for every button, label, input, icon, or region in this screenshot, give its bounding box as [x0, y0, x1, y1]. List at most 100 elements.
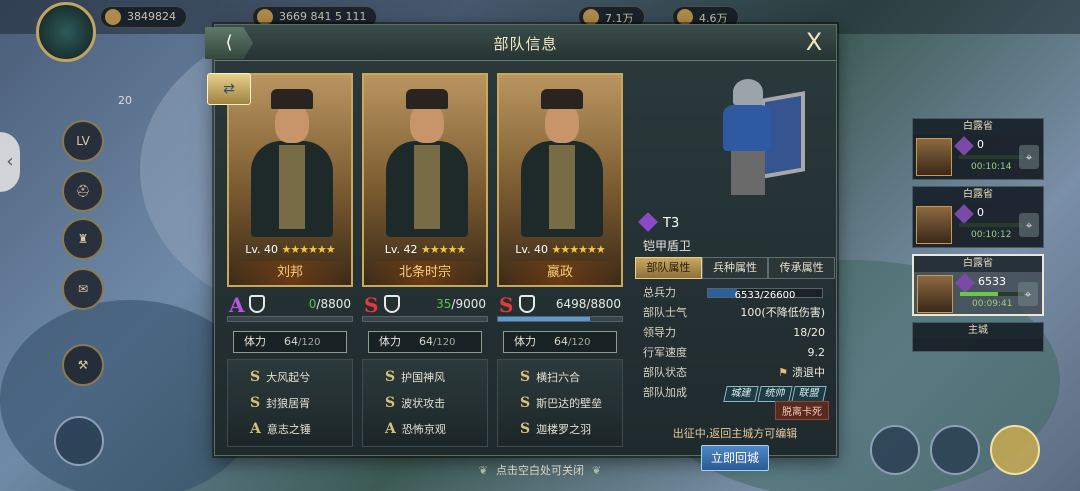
- march-progress-bar: [960, 292, 1024, 296]
- skill-list: S 横扫六合 S 斯巴达的壁垒 S 迦楼罗之羽: [497, 359, 623, 447]
- hero-grade: S: [364, 293, 379, 317]
- hero-level: Lv. 40 ★★★★★★: [515, 243, 606, 256]
- hero-grade: S: [499, 293, 514, 317]
- march-queue-item[interactable]: 白露省 6533 00:09:41 ⌖: [912, 254, 1044, 316]
- hammer-icon[interactable]: ⚒: [62, 344, 104, 386]
- tab-unit-type-attributes[interactable]: 兵种属性: [701, 257, 769, 279]
- hero-portrait-card[interactable]: Lv. 42 ★★★★★ 北条时宗: [362, 73, 488, 287]
- level-button[interactable]: LV: [62, 120, 104, 162]
- march-note: 出征中,返回主城方可编辑: [672, 427, 798, 440]
- tab-troop-attributes[interactable]: 部队属性: [635, 257, 702, 279]
- ornament-icon: ❦: [592, 464, 602, 477]
- stat-march-speed: 行军速度 9.2: [643, 346, 825, 359]
- shield-icon: [519, 295, 535, 313]
- skill-item[interactable]: S 斯巴达的壁垒: [498, 390, 622, 416]
- skill-item[interactable]: A 意志之锤: [228, 416, 352, 442]
- march-troop-count: 6533: [978, 275, 1006, 288]
- troop-bar: [362, 316, 488, 322]
- skill-item[interactable]: A 恐怖京观: [363, 416, 487, 442]
- march-timer: 00:09:41: [972, 299, 1013, 309]
- march-location: 主城: [913, 323, 1043, 339]
- march-queue-item[interactable]: 白露省 0 00:10:14 ⌖: [912, 118, 1044, 180]
- hero-portrait-card[interactable]: Lv. 40 ★★★★★★ 嬴政: [497, 73, 623, 287]
- troop-bar: [497, 316, 623, 322]
- dialog-header: ⟨ 部队信息 X: [205, 25, 836, 61]
- skill-item[interactable]: S 大风起兮: [228, 364, 352, 390]
- march-queue-item[interactable]: 白露省 0 00:10:12 ⌖: [912, 186, 1044, 248]
- march-queue-item[interactable]: 主城: [912, 322, 1044, 352]
- hero-slot[interactable]: Lv. 40 ★★★★★★ 刘邦 A 0/8800 体力 64/120 S 大风起兮…: [227, 73, 353, 447]
- player-avatar[interactable]: [36, 2, 96, 62]
- march-location: 白露省: [914, 256, 1042, 272]
- locate-icon[interactable]: ⌖: [1019, 213, 1039, 237]
- stamina-box: 体力 64/120: [368, 331, 482, 353]
- troop-gem-icon: [954, 204, 974, 224]
- hero-level: Lv. 42 ★★★★★: [384, 243, 467, 256]
- stamina-box: 体力 64/120: [503, 331, 617, 353]
- shield-icon: [249, 295, 265, 313]
- troops-bar: 6533/26600: [707, 288, 823, 301]
- troop-gem-icon: [954, 136, 974, 156]
- march-progress-bar: [959, 223, 1023, 227]
- skill-list: S 大风起兮 S 封狼居胥 A 意志之锤: [227, 359, 353, 447]
- march-location: 白露省: [913, 187, 1043, 203]
- hero-grade: A: [229, 293, 245, 317]
- retreat-icon: ⚑: [778, 366, 788, 379]
- stat-status: 部队状态 ⚑ 溃退中: [643, 366, 825, 379]
- tier-gem-icon: [638, 212, 658, 232]
- unstuck-badge[interactable]: 脱离卡死: [775, 401, 829, 420]
- swap-heroes-icon[interactable]: ⇄: [207, 73, 251, 105]
- skill-item[interactable]: S 迦楼罗之羽: [498, 416, 622, 442]
- stat-leadership: 领导力 18/20: [643, 326, 825, 339]
- hero-portrait: [382, 85, 472, 237]
- resource-icon: [257, 9, 273, 25]
- march-timer: 00:10:12: [971, 230, 1012, 240]
- skill-list: S 护国神风 S 波状攻击 A 恐怖京观: [362, 359, 488, 447]
- locate-icon[interactable]: ⌖: [1019, 145, 1039, 169]
- skill-item[interactable]: S 封狼居胥: [228, 390, 352, 416]
- wood-icon: [677, 9, 693, 25]
- bonus-tag[interactable]: 城建: [723, 386, 759, 402]
- troop-row: S 6498/8800: [497, 293, 623, 317]
- scroll-icon[interactable]: ✉: [62, 268, 104, 310]
- march-troop-count: 0: [977, 206, 984, 219]
- skill-item[interactable]: S 横扫六合: [498, 364, 622, 390]
- star-rating: ★★★★★★: [551, 243, 606, 256]
- stamina-box: 体力 64/120: [233, 331, 347, 353]
- stat-total-troops: 总兵力 6533/26600: [643, 283, 831, 303]
- helmet-icon[interactable]: ⛑: [62, 170, 104, 212]
- troop-count: 35/9000: [436, 297, 486, 311]
- march-hero-portrait: [917, 275, 953, 313]
- castle-icon[interactable]: ♜: [62, 218, 104, 260]
- ornament-icon: ❦: [478, 464, 488, 477]
- skill-item[interactable]: S 波状攻击: [363, 390, 487, 416]
- locate-icon[interactable]: ⌖: [1018, 282, 1038, 306]
- food-icon: [583, 9, 599, 25]
- hero-slot[interactable]: Lv. 40 ★★★★★★ 嬴政 S 6498/8800 体力 64/120 S横…: [497, 73, 623, 447]
- skill-item[interactable]: S 护国神风: [363, 364, 487, 390]
- hero-name: 北条时宗: [364, 261, 486, 285]
- hero-slot[interactable]: Lv. 42 ★★★★★ 北条时宗 S 35/9000 体力 64/120 S 护国…: [362, 73, 488, 447]
- power-chip[interactable]: 3849824: [100, 6, 187, 28]
- troop-info-dialog: ⟨ 部队信息 X ⇄ Lv. 40 ★★★★★★ 刘邦 A 0/8800 体力 6…: [205, 24, 837, 471]
- close-icon[interactable]: X: [800, 28, 828, 56]
- bonus-tag[interactable]: 统帅: [757, 386, 793, 402]
- march-location: 白露省: [913, 119, 1043, 135]
- unit-panel: T3 铠甲盾卫 部队属性 兵种属性 传承属性 总兵力 6533/26600 部队…: [635, 69, 836, 471]
- expand-left-arrow-icon[interactable]: ‹: [0, 132, 20, 192]
- commander-button[interactable]: [54, 416, 104, 466]
- hero-name: 刘邦: [229, 261, 351, 285]
- unit-portrait: [705, 79, 815, 199]
- stat-morale: 部队士气 100(不降低伤害): [643, 306, 825, 319]
- unit-tabs: 部队属性 兵种属性 传承属性: [635, 257, 836, 279]
- troop-bar: [227, 316, 353, 322]
- hero-portrait-card[interactable]: Lv. 40 ★★★★★★ 刘邦: [227, 73, 353, 287]
- star-rating: ★★★★★: [420, 243, 466, 256]
- bonus-tag[interactable]: 联盟: [791, 386, 827, 402]
- hero-portrait: [247, 85, 337, 237]
- march-hero-portrait: [916, 138, 952, 176]
- hero-level: Lv. 40 ★★★★★★: [245, 243, 335, 256]
- unit-tier: T3: [638, 212, 679, 232]
- dialog-title: 部队信息: [493, 35, 558, 53]
- tab-inherit-attributes[interactable]: 传承属性: [768, 257, 836, 279]
